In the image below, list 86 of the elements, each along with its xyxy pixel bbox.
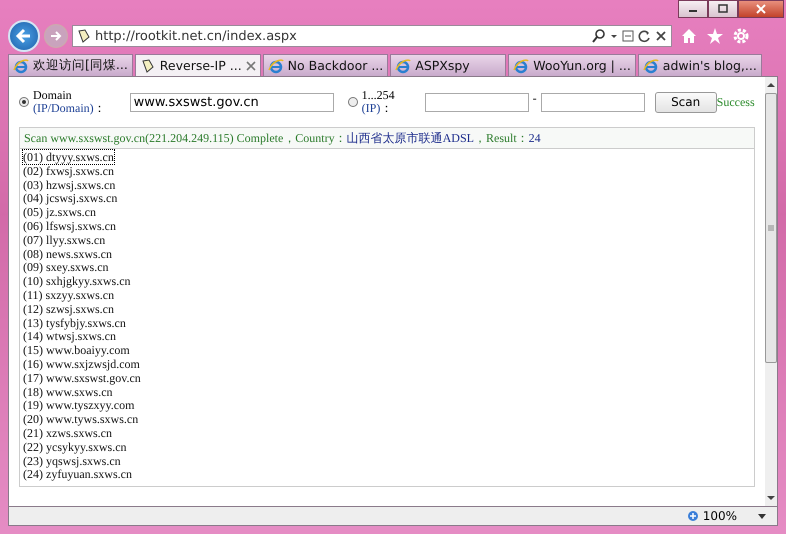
domain-entry[interactable]: (02) fxwsj.sxws.cn xyxy=(23,164,114,178)
tab-title: 欢迎访问[同煤... xyxy=(33,57,128,74)
domain-radio[interactable] xyxy=(19,97,29,107)
stop-icon[interactable] xyxy=(655,29,667,43)
dropdown-arrow-icon[interactable] xyxy=(757,512,767,520)
home-icon[interactable] xyxy=(680,27,698,45)
result-summary-text: Scan www.sxswst.gov.cn(221.204.249.115) Complete，Country： xyxy=(24,130,347,146)
tab-title: No Backdoor ... xyxy=(288,58,384,73)
domain-entry[interactable]: (24) zyfuyuan.sxws.cn xyxy=(23,467,132,482)
browser-tab[interactable]: 欢迎访问[同煤... xyxy=(8,54,133,76)
scrollbar[interactable] xyxy=(764,77,777,506)
result-summary-text: 24 xyxy=(528,130,541,146)
ie-logo-icon xyxy=(268,58,284,74)
domain-entry[interactable]: (08) news.sxws.cn xyxy=(23,246,112,261)
domain-entry[interactable]: (03) hzwsj.sxws.cn xyxy=(23,178,116,192)
domain-field[interactable]: www.sxswst.gov.cn xyxy=(130,92,334,112)
domain-entry[interactable]: (01) dtyyy.sxws.cn xyxy=(23,150,114,164)
address-bar[interactable]: http://rootkit.net.cn/index.aspx xyxy=(72,25,672,47)
ip-hint: (IP) xyxy=(362,101,380,115)
domain-entry[interactable]: (06) lfswsj.sxws.cn xyxy=(23,218,116,233)
domain-entry[interactable]: (22) ycsykyy.sxws.cn xyxy=(23,440,127,454)
tab-title: WooYun.org | ... xyxy=(533,58,631,73)
scan-button[interactable]: Scan xyxy=(654,92,717,112)
status-text: Success xyxy=(716,94,755,110)
zoom-level[interactable]: 100% xyxy=(702,509,737,523)
domain-entry[interactable]: (09) sxey.sxws.cn xyxy=(23,260,109,274)
ie-logo-icon xyxy=(513,58,530,74)
ip-end-field[interactable] xyxy=(540,92,645,112)
domain-entry[interactable]: (17) www.sxswst.gov.cn xyxy=(23,370,141,385)
star-icon[interactable] xyxy=(706,27,724,45)
browser-tab[interactable]: adwin's blog,... xyxy=(638,54,762,76)
refresh-icon[interactable] xyxy=(638,29,651,43)
tab-title: ASPXspy xyxy=(415,58,470,73)
colon: ： xyxy=(94,101,106,115)
result-summary-text: 山西省太原市联通ADSL xyxy=(346,130,474,146)
domain-entry[interactable]: (04) jcswsj.sxws.cn xyxy=(23,191,118,206)
colon: ： xyxy=(380,101,392,115)
browser-tab[interactable]: ASPXspy xyxy=(390,54,506,76)
domain-label: Domain xyxy=(33,89,73,102)
ie-logo-icon xyxy=(642,58,659,74)
compatibility-icon[interactable] xyxy=(622,29,634,43)
browser-tab[interactable]: WooYun.org | ... xyxy=(508,54,636,76)
domain-entry[interactable]: (23) yqswsj.sxws.cn xyxy=(23,454,121,468)
ip-radio[interactable] xyxy=(348,97,358,107)
domain-entry[interactable]: (13) tysfybjy.sxws.cn xyxy=(23,316,126,330)
close-button[interactable] xyxy=(738,0,784,18)
scroll-down-icon[interactable] xyxy=(766,494,776,502)
domain-entry[interactable]: (15) www.boaiyy.com xyxy=(23,343,130,358)
domain-entry[interactable]: (19) www.tyszxyy.com xyxy=(23,398,134,412)
search-icon[interactable] xyxy=(592,29,606,43)
ip-range-label: 1...254 xyxy=(362,89,395,102)
maximize-icon xyxy=(718,4,728,14)
domain-entry[interactable]: (05) jz.sxws.cn xyxy=(23,205,96,220)
browser-tab[interactable]: No Backdoor ... xyxy=(262,54,388,76)
forward-button[interactable] xyxy=(44,24,68,48)
domain-entry[interactable]: (14) wtwsj.sxws.cn xyxy=(23,329,116,344)
ip-start-field[interactable] xyxy=(424,92,529,112)
domain-entry[interactable]: (18) www.sxws.cn xyxy=(23,384,113,399)
browser-tab[interactable]: Reverse-IP ... xyxy=(134,54,261,76)
document-icon xyxy=(140,58,156,74)
domain-hint: (IP/Domain) xyxy=(33,101,94,115)
domain-entry[interactable]: (07) llyy.sxws.cn xyxy=(23,232,106,247)
range-separator: - xyxy=(532,90,537,106)
close-icon xyxy=(756,4,766,14)
ie-logo-icon xyxy=(395,58,412,74)
result-summary-text: ，Result： xyxy=(474,130,529,146)
close-tab-icon[interactable] xyxy=(246,60,256,70)
domain-entry[interactable]: (21) xzws.sxws.cn xyxy=(23,426,112,440)
back-button[interactable] xyxy=(8,20,40,52)
url-text: http://rootkit.net.cn/index.aspx xyxy=(95,28,298,44)
settings-icon[interactable] xyxy=(732,27,750,45)
ie-logo-icon xyxy=(13,58,29,74)
domain-entry[interactable]: (16) www.sxjzwsjd.com xyxy=(23,356,140,371)
domain-entry[interactable]: (12) szwsj.sxws.cn xyxy=(23,302,114,316)
right-arrow-icon xyxy=(49,29,63,43)
scroll-thumb[interactable] xyxy=(764,93,777,363)
domain-entry[interactable]: (20) www.tyws.sxws.cn xyxy=(23,412,138,426)
domain-entry[interactable]: (10) sxhjgkyy.sxws.cn xyxy=(23,274,131,288)
document-icon xyxy=(77,29,91,43)
zoom-icon[interactable] xyxy=(686,510,699,522)
domain-entry[interactable]: (11) sxzyy.sxws.cn xyxy=(23,288,114,302)
scroll-up-icon[interactable] xyxy=(766,81,776,89)
tab-title: adwin's blog,... xyxy=(662,58,757,73)
maximize-button[interactable] xyxy=(708,0,738,18)
minimize-button[interactable] xyxy=(678,0,708,18)
tab-title: Reverse-IP ... xyxy=(160,58,242,73)
